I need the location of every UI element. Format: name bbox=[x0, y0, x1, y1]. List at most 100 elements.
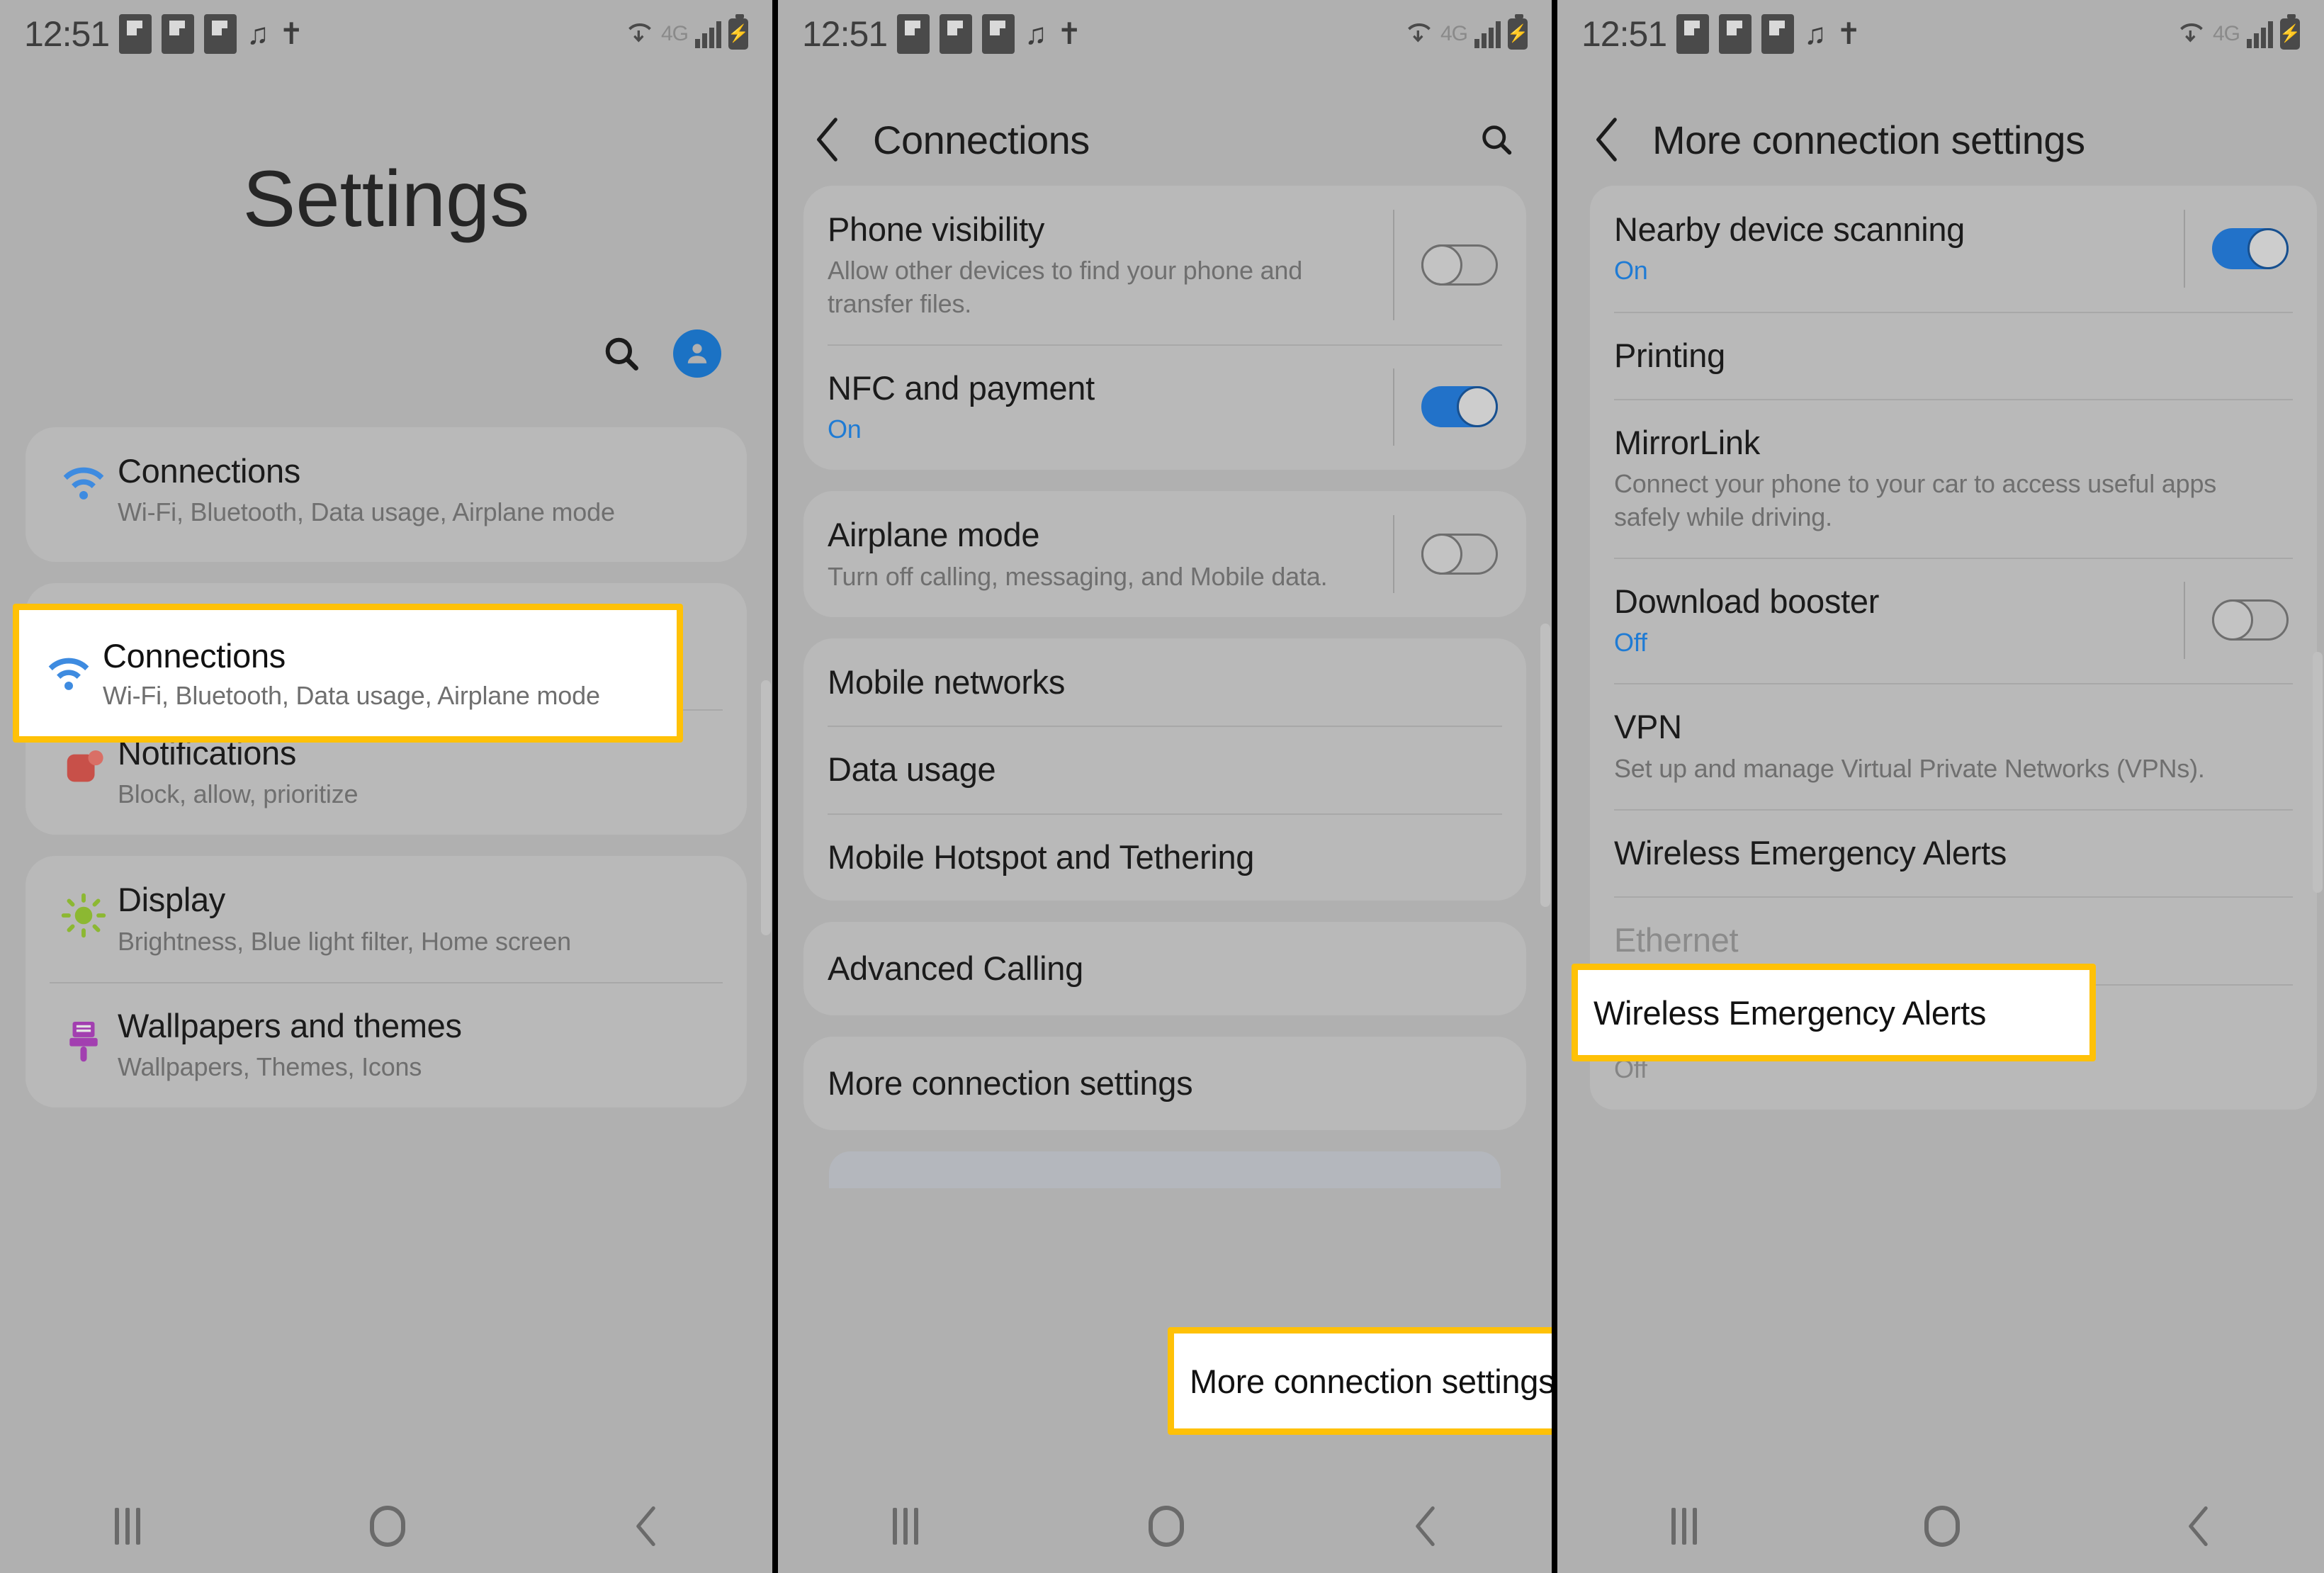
network-type-label: 4G bbox=[2212, 22, 2240, 45]
app-bar: More connection settings bbox=[1557, 94, 2324, 186]
settings-item-connections[interactable]: Connections Wi-Fi, Bluetooth, Data usage… bbox=[26, 427, 747, 553]
search-icon[interactable] bbox=[601, 333, 642, 374]
highlight-box-more-connection-settings[interactable]: More connection settings bbox=[1168, 1327, 1552, 1435]
home-button[interactable] bbox=[1924, 1506, 1960, 1547]
app-bar-title: More connection settings bbox=[1652, 117, 2085, 162]
settings-item-text: Connections Wi-Fi, Bluetooth, Data usage… bbox=[118, 451, 718, 529]
settings-item-text: Data usage bbox=[828, 750, 1498, 789]
app-f-icon bbox=[940, 14, 973, 54]
recents-button[interactable] bbox=[115, 1508, 140, 1545]
app-bar: Connections bbox=[778, 94, 1552, 186]
brightness-sun-icon bbox=[50, 880, 118, 938]
settings-item-subtitle: Set up and manage Virtual Private Networ… bbox=[1614, 753, 2205, 783]
settings-item-title: Download booster bbox=[1614, 582, 1880, 620]
settings-item-more-connection-settings[interactable]: More connection settings bbox=[803, 1037, 1526, 1130]
account-avatar-icon[interactable] bbox=[673, 329, 721, 378]
network-type-label: 4G bbox=[1440, 22, 1468, 45]
back-button[interactable] bbox=[1414, 1506, 1437, 1546]
settings-item-nearby-device-scanning[interactable]: Nearby device scanning On bbox=[1590, 186, 2317, 312]
highlight-box-wireless-emergency-alerts[interactable]: Wireless Emergency Alerts bbox=[1572, 964, 2096, 1061]
settings-card-connections: Connections Wi-Fi, Bluetooth, Data usage… bbox=[26, 427, 747, 562]
settings-item-nfc-and-payment[interactable]: NFC and payment On bbox=[803, 344, 1526, 470]
toggle-knob bbox=[1457, 386, 1498, 428]
settings-item-subtitle: On bbox=[828, 415, 862, 444]
nfc-icon: ✝ bbox=[278, 17, 304, 50]
settings-card-display-wallpapers: Display Brightness, Blue light filter, H… bbox=[26, 856, 747, 1108]
settings-item-vpn[interactable]: VPN Set up and manage Virtual Private Ne… bbox=[1590, 683, 2317, 809]
panel-more-connection-settings: 12:51 ♫ ✝ 4G ⚡ More connection settings … bbox=[1557, 0, 2324, 1573]
toggle-container bbox=[1393, 515, 1498, 593]
settings-item-title: Mobile networks bbox=[828, 663, 1066, 701]
notification-glyph bbox=[67, 750, 103, 782]
settings-item-text: Advanced Calling bbox=[828, 949, 1498, 988]
settings-item-title: Wireless Emergency Alerts bbox=[1614, 833, 2007, 872]
recents-button[interactable] bbox=[893, 1508, 919, 1545]
settings-item-subtitle: Off bbox=[1614, 628, 1647, 658]
settings-item-title: Advanced Calling bbox=[828, 949, 1083, 988]
settings-item-text: MirrorLink Connect your phone to your ca… bbox=[1614, 423, 2289, 534]
settings-item-subtitle: Brightness, Blue light filter, Home scre… bbox=[118, 926, 571, 956]
settings-item-text: NFC and payment On bbox=[828, 368, 1377, 446]
card-airplane-mode: Airplane mode Turn off calling, messagin… bbox=[803, 491, 1526, 617]
settings-item-title: NFC and payment bbox=[828, 368, 1095, 407]
home-button[interactable] bbox=[1148, 1506, 1184, 1547]
settings-item-title: Ethernet bbox=[1614, 921, 1739, 959]
nfc-toggle[interactable] bbox=[1421, 386, 1498, 428]
settings-item-download-booster[interactable]: Download booster Off bbox=[1590, 557, 2317, 684]
recents-button[interactable] bbox=[1671, 1508, 1697, 1545]
highlight-title: Connections bbox=[103, 636, 286, 675]
download-booster-toggle[interactable] bbox=[2212, 599, 2289, 641]
settings-item-printing[interactable]: Printing bbox=[1590, 311, 2317, 399]
status-time: 12:51 bbox=[1581, 14, 1667, 54]
toggle-container bbox=[2184, 210, 2289, 288]
settings-item-title: MirrorLink bbox=[1614, 423, 1760, 461]
app-f-icon bbox=[982, 14, 1015, 54]
settings-item-title: Wallpapers and themes bbox=[118, 1006, 462, 1044]
settings-item-mobile-networks[interactable]: Mobile networks bbox=[803, 638, 1526, 726]
settings-item-text: Mobile Hotspot and Tethering bbox=[828, 838, 1498, 876]
search-icon[interactable] bbox=[1478, 121, 1515, 158]
scrollbar-thumb[interactable] bbox=[2313, 652, 2323, 893]
nearby-device-scanning-toggle[interactable] bbox=[2212, 227, 2289, 269]
wifi-transfer-icon bbox=[1408, 23, 1431, 43]
battery-charging-icon: ⚡ bbox=[2279, 14, 2301, 50]
settings-item-wallpapers-and-themes[interactable]: Wallpapers and themes Wallpapers, Themes… bbox=[26, 981, 747, 1108]
settings-item-advanced-calling[interactable]: Advanced Calling bbox=[803, 922, 1526, 1015]
phone-visibility-toggle[interactable] bbox=[1421, 244, 1498, 286]
settings-item-title: Connections bbox=[118, 452, 300, 490]
highlight-text-block: Connections Wi-Fi, Bluetooth, Data usage… bbox=[103, 636, 677, 711]
settings-item-text: Mobile networks bbox=[828, 663, 1498, 701]
settings-item-airplane-mode[interactable]: Airplane mode Turn off calling, messagin… bbox=[803, 491, 1526, 617]
status-bar: 12:51 ♫ ✝ 4G ⚡ bbox=[778, 0, 1552, 68]
back-button[interactable] bbox=[2187, 1506, 2210, 1546]
back-button[interactable] bbox=[635, 1506, 658, 1546]
settings-item-wireless-emergency-alerts[interactable]: Wireless Emergency Alerts bbox=[1590, 808, 2317, 896]
scrollbar-thumb[interactable] bbox=[761, 680, 771, 935]
settings-item-title: VPN bbox=[1614, 708, 1682, 746]
settings-item-phone-visibility[interactable]: Phone visibility Allow other devices to … bbox=[803, 186, 1526, 344]
settings-item-mobile-hotspot-and-tethering[interactable]: Mobile Hotspot and Tethering bbox=[803, 813, 1526, 901]
app-f-icon bbox=[897, 14, 930, 54]
airplane-mode-toggle[interactable] bbox=[1421, 533, 1498, 575]
toggle-knob bbox=[1421, 533, 1462, 575]
settings-item-mirrorlink[interactable]: MirrorLink Connect your phone to your ca… bbox=[1590, 398, 2317, 558]
bluetooth-audio-icon: ♫ bbox=[247, 17, 269, 50]
settings-card-list: Connections Wi-Fi, Bluetooth, Data usage… bbox=[0, 427, 772, 1108]
signal-bars-icon bbox=[695, 20, 721, 48]
signal-bars-icon bbox=[1474, 20, 1501, 48]
settings-item-text: VPN Set up and manage Virtual Private Ne… bbox=[1614, 707, 2289, 785]
wifi-transfer-icon bbox=[628, 23, 651, 43]
scrollbar-thumb[interactable] bbox=[1540, 624, 1550, 907]
settings-item-subtitle: On bbox=[1614, 256, 1648, 286]
app-f-icon bbox=[204, 14, 237, 54]
status-bar-right: 4G ⚡ bbox=[626, 14, 749, 50]
highlight-box-connections[interactable]: Connections Wi-Fi, Bluetooth, Data usage… bbox=[13, 604, 683, 743]
settings-item-display[interactable]: Display Brightness, Blue light filter, H… bbox=[26, 856, 747, 982]
toggle-container bbox=[2184, 581, 2289, 660]
back-chevron-icon[interactable] bbox=[815, 118, 840, 162]
settings-item-data-usage[interactable]: Data usage bbox=[803, 726, 1526, 813]
back-chevron-icon[interactable] bbox=[1594, 118, 1620, 162]
toggle-knob bbox=[2212, 599, 2253, 641]
person-glyph bbox=[687, 344, 707, 363]
home-button[interactable] bbox=[370, 1506, 405, 1547]
